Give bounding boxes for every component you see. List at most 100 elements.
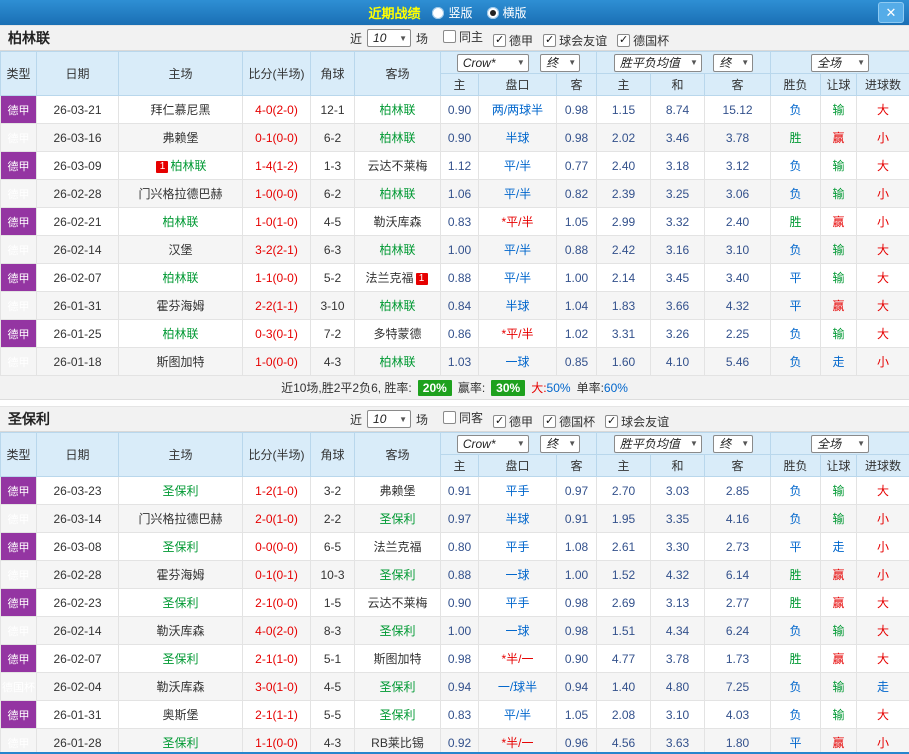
goals-result-cell: 大 <box>856 151 909 180</box>
games-label: 场 <box>416 412 429 427</box>
score-cell: 1-0(0-0) <box>242 347 311 376</box>
result-cell: 负 <box>770 616 822 645</box>
win-odds-cell: 1.15 <box>596 95 652 124</box>
league-cell: 德甲 <box>0 263 37 292</box>
date-cell: 26-03-09 <box>36 151 119 180</box>
corner-cell: 5-1 <box>310 644 355 673</box>
checkbox-icon: ✓ <box>605 414 619 428</box>
close-button[interactable]: ✕ <box>878 2 904 23</box>
avg-time-select[interactable]: 终 <box>713 434 754 453</box>
handicap-away-odds-cell: 0.88 <box>555 235 598 264</box>
scope-select-cell: 全场 <box>770 432 909 455</box>
date-cell: 26-02-07 <box>36 263 119 292</box>
handicap-away-odds-cell: 0.77 <box>555 151 598 180</box>
league-cell: 德甲 <box>0 560 37 589</box>
away-team-cell: RB莱比锡 <box>354 728 441 754</box>
handicap-home-odds-cell: 1.03 <box>440 347 479 376</box>
match-count-select[interactable]: 10 <box>367 29 412 47</box>
corner-cell: 10-3 <box>310 560 355 589</box>
team-text: 柏林联 <box>170 159 207 173</box>
team-text: 圣保利 <box>162 540 199 554</box>
chevron-down-icon <box>690 58 698 67</box>
goals-result-cell: 大 <box>856 95 909 124</box>
handicap-result-cell: 输 <box>820 700 858 729</box>
games-label: 场 <box>416 31 429 46</box>
handicap-result-cell: 输 <box>820 235 858 264</box>
scope-select[interactable]: 全场 <box>811 53 870 72</box>
filter-checkbox-0[interactable]: 同主 <box>443 28 483 45</box>
team-text: 勒沃库森 <box>156 680 205 694</box>
goals-result-cell: 小 <box>856 347 909 376</box>
filter-checkbox-3[interactable]: ✓ 德国杯 <box>617 32 669 49</box>
date-cell: 26-01-18 <box>36 347 119 376</box>
sections-container: 柏林联 近 10 场 同主✓德甲✓球会友谊✓德国杯 类型 日期 主场 比分( <box>0 25 909 754</box>
filter-checkbox-1[interactable]: ✓ 德甲 <box>493 413 533 430</box>
result-cell: 胜 <box>770 644 822 673</box>
away-team-cell: 圣保利 <box>354 616 441 645</box>
league-cell: 德甲 <box>0 728 37 754</box>
win-odds-cell: 2.70 <box>596 476 652 505</box>
col-handicap-line: 盘口 <box>478 73 557 96</box>
team-text: 圣保利 <box>162 652 199 666</box>
odds-time-select[interactable]: 终 <box>540 53 581 72</box>
scope-select-cell: 全场 <box>770 51 909 74</box>
filter-checkbox-3[interactable]: ✓ 球会友谊 <box>605 413 669 430</box>
filter-checkbox-2[interactable]: ✓ 德国杯 <box>543 413 595 430</box>
score-cell: 1-0(1-0) <box>242 207 311 236</box>
filter-checkbox-1[interactable]: ✓ 德甲 <box>493 32 533 49</box>
checkbox-icon: ✓ <box>543 33 557 47</box>
handicap-line-cell: 平手 <box>478 588 557 617</box>
layout-radio-0[interactable]: 竖版 <box>432 4 473 21</box>
col-eu-home: 主 <box>596 73 652 96</box>
home-team-cell: 圣保利 <box>118 588 243 617</box>
match-row: 德甲 26-02-07 柏林联 1-1(0-0) 5-2 法兰克福 1 0.88 平/半 1.00… <box>0 263 909 292</box>
goals-result-cell: 小 <box>856 207 909 236</box>
league-cell: 德甲 <box>0 235 37 264</box>
date-cell: 26-02-28 <box>36 560 119 589</box>
corner-cell: 6-2 <box>310 123 355 152</box>
filter-checkbox-0[interactable]: 同客 <box>443 409 483 426</box>
team-text: 云达不莱梅 <box>367 159 428 173</box>
chevron-down-icon <box>568 439 576 448</box>
handicap-line-cell: *半/一 <box>478 644 557 673</box>
layout-radio-1[interactable]: 横版 <box>486 4 527 21</box>
matches-tbody: 德甲 26-03-23 圣保利 1-2(1-0) 3-2 弗赖堡 0.91 平手 0.97 2.7… <box>0 476 909 754</box>
col-type: 类型 <box>0 432 37 477</box>
draw-odds-cell: 3.26 <box>650 319 706 348</box>
goals-result-cell: 大 <box>856 644 909 673</box>
league-filters: 同客 ✓ 德甲 ✓ 德国杯 ✓ 球会友谊 <box>433 409 669 430</box>
odds-company-select[interactable]: Crow* <box>456 434 529 453</box>
win-odds-cell: 4.56 <box>596 728 652 754</box>
col-eu-away: 客 <box>704 454 772 477</box>
match-count-select[interactable]: 10 <box>367 410 412 428</box>
handicap-line-cell: 一球 <box>478 560 557 589</box>
odds-time-select[interactable]: 终 <box>540 434 581 453</box>
team-text: 圣保利 <box>162 736 199 750</box>
lose-odds-cell: 6.24 <box>704 616 772 645</box>
result-cell: 负 <box>770 95 822 124</box>
team-text: 霍芬海姆 <box>156 568 205 582</box>
avg-time-select[interactable]: 终 <box>713 53 754 72</box>
handicap-result-cell: 赢 <box>820 291 858 320</box>
date-cell: 26-03-08 <box>36 532 119 561</box>
handicap-away-odds-cell: 0.97 <box>555 476 598 505</box>
scope-select[interactable]: 全场 <box>811 434 870 453</box>
date-cell: 26-03-14 <box>36 504 119 533</box>
handicap-home-odds-cell: 0.83 <box>440 700 479 729</box>
corner-cell: 4-5 <box>310 672 355 701</box>
avg-odds-select[interactable]: 胜平负均值 <box>613 53 702 72</box>
summary-bar: 近10场,胜2平2负6, 胜率: 20% 赢率: 30% 大:50% 单率:60% <box>0 376 909 400</box>
handicap-away-odds-cell: 1.02 <box>555 319 598 348</box>
away-team-cell: 法兰克福 1 <box>354 263 441 292</box>
handicap-away-odds-cell: 1.08 <box>555 532 598 561</box>
odds-company-select[interactable]: Crow* <box>456 53 529 72</box>
titlebar: 近期战绩 竖版 横版 ✕ <box>0 0 909 25</box>
draw-odds-cell: 3.03 <box>650 476 706 505</box>
result-cell: 负 <box>770 151 822 180</box>
handicap-line-cell: 平/半 <box>478 700 557 729</box>
avg-odds-select[interactable]: 胜平负均值 <box>613 434 702 453</box>
handicap-away-odds-cell: 1.00 <box>555 263 598 292</box>
filter-checkbox-2[interactable]: ✓ 球会友谊 <box>543 32 607 49</box>
team-text: 圣保利 <box>379 568 416 582</box>
checkbox-label: 德国杯 <box>559 414 596 429</box>
